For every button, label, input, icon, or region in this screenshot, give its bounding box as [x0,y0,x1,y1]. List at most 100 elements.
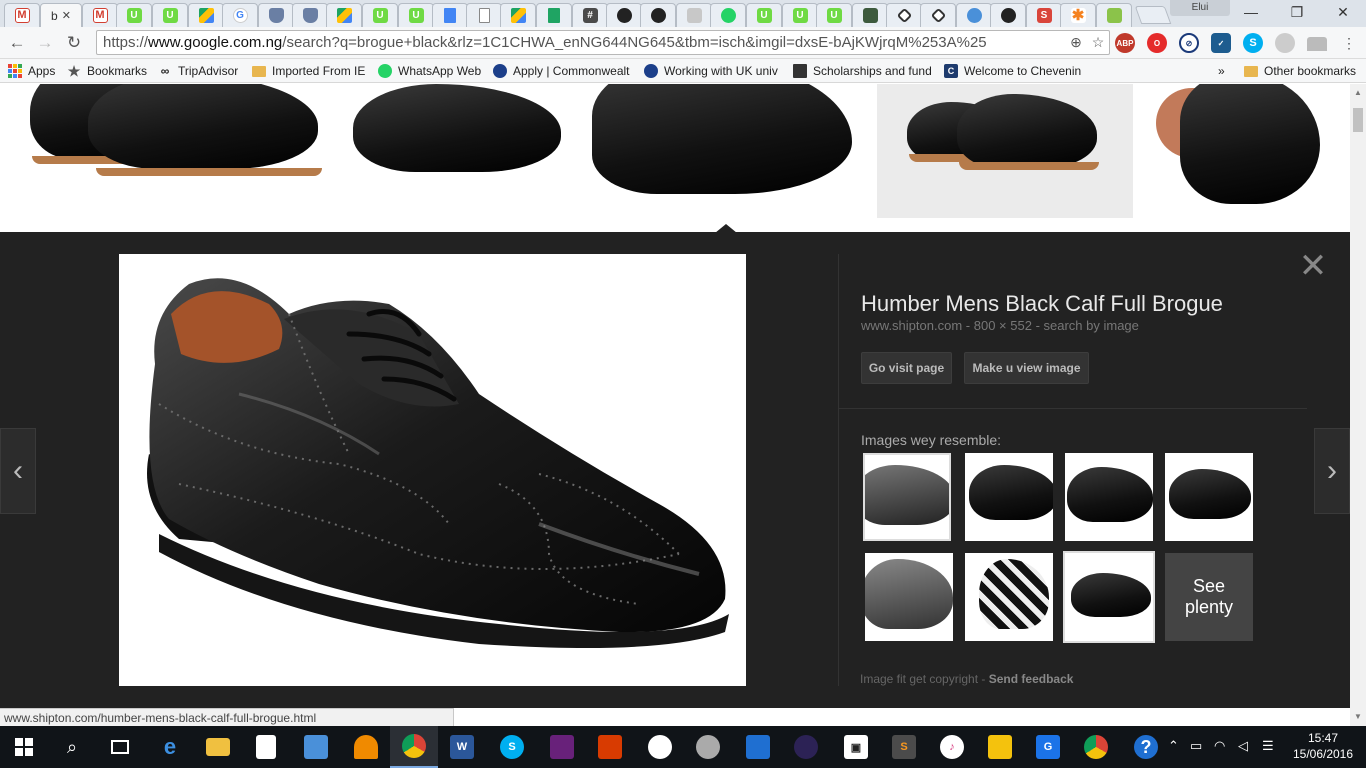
tab-whatsapp[interactable] [710,3,746,27]
bookmark-bookmarks[interactable]: ★ Bookmarks [67,62,147,80]
tab-upwork-2[interactable]: U [152,3,188,27]
tab-jquery[interactable] [676,3,712,27]
reload-icon[interactable]: ↻ [63,32,85,54]
wifi-icon[interactable]: ◠ [1214,738,1225,754]
tab-drive-1[interactable] [188,3,224,27]
tab-upwork-6[interactable]: U [782,3,818,27]
tab-github-2[interactable] [640,3,676,27]
minimize-icon[interactable]: — [1228,0,1274,24]
tab-docs[interactable] [432,3,468,27]
bookmark-tripadvisor[interactable]: ∞ TripAdvisor [158,62,239,80]
image-title[interactable]: Humber Mens Black Calf Full Brogue [861,291,1223,317]
result-thumbnail[interactable] [343,84,571,218]
related-image[interactable] [1165,453,1253,541]
skype-icon[interactable]: S [1243,33,1263,53]
send-feedback-link[interactable]: Send feedback [989,672,1074,686]
bookmark-imported-ie[interactable]: Imported From IE [252,62,365,80]
restore-icon[interactable]: ❐ [1274,0,1320,24]
taskbar-sublime[interactable]: S [880,726,928,768]
related-image[interactable] [1063,551,1155,643]
next-arrow-icon[interactable]: › [1314,428,1350,514]
related-image[interactable] [865,553,953,641]
tab-codepen-2[interactable] [920,3,956,27]
tab-shield-1[interactable] [258,3,294,27]
taskbar-vlc[interactable] [342,726,390,768]
scroll-thumb[interactable] [1353,108,1363,132]
related-image[interactable] [1065,453,1153,541]
tab-drive-2[interactable] [326,3,362,27]
bookmark-commonwealth[interactable]: Apply | Commonwealt [493,62,633,80]
view-image-button[interactable]: Make u view image [964,352,1089,384]
tab-drive-3[interactable] [500,3,536,27]
visit-page-button[interactable]: Go visit page [861,352,952,384]
system-clock[interactable]: 15:47 15/06/2016 [1290,730,1356,762]
taskbar-app-2[interactable] [636,726,684,768]
search-button[interactable]: ⌕ [48,726,96,768]
tab-google[interactable]: G [222,3,258,27]
block-icon[interactable]: ⊘ [1179,33,1199,53]
previous-arrow-icon[interactable]: ‹ [0,428,36,514]
tab-active[interactable]: b ✕ [40,3,82,27]
bookmark-other[interactable]: Other bookmarks [1244,62,1356,80]
profile-button[interactable]: Elui [1170,0,1230,16]
tab-ubuntu[interactable] [1096,3,1132,27]
tab-github-3[interactable] [990,3,1026,27]
task-view-button[interactable] [96,726,144,768]
preview-image[interactable] [119,254,746,686]
taskbar-chrome-1[interactable] [390,726,438,768]
tab-upwork-4[interactable]: U [398,3,434,27]
scroll-up-icon[interactable]: ▲ [1353,88,1363,97]
bookmark-star-icon[interactable]: ☆ [1087,34,1109,51]
scroll-down-icon[interactable]: ▼ [1353,712,1363,721]
new-tab-button[interactable] [1134,6,1172,24]
tab-upwork-5[interactable]: U [746,3,782,27]
taskbar-edge[interactable]: e [146,726,194,768]
tab-dev[interactable] [852,3,888,27]
taskbar-app-1[interactable] [292,726,340,768]
tab-blank[interactable] [466,3,502,27]
opera-icon[interactable]: O [1147,33,1167,53]
bookmark-chevening[interactable]: C Welcome to Chevenin [944,62,1084,80]
search-by-image-link[interactable]: search by image [1044,318,1139,333]
url-text[interactable]: https://www.google.com.ng/search?q=brogu… [97,34,1065,51]
bookmark-apps[interactable]: Apps [8,62,55,80]
result-thumbnail-selected[interactable] [584,84,863,218]
tab-upwork-3[interactable]: U [362,3,398,27]
taskbar-office[interactable] [586,726,634,768]
taskbar-skype[interactable]: S [488,726,536,768]
image-source[interactable]: www.shipton.com [861,318,962,333]
tab-close-icon[interactable]: ✕ [62,9,71,22]
tab-sheets[interactable] [536,3,572,27]
taskbar-app-4[interactable] [976,726,1024,768]
notifications-icon[interactable]: ☰ [1262,738,1274,754]
forward-icon[interactable]: → [34,32,56,54]
related-image[interactable] [965,553,1053,641]
tab-shield-2[interactable] [292,3,328,27]
tray-chevron-icon[interactable]: ⌃ [1168,738,1179,754]
tab-codepen-1[interactable] [886,3,922,27]
taskbar-app-3[interactable]: ▣ [832,726,880,768]
taskbar-eclipse[interactable] [782,726,830,768]
drive-ext-icon[interactable] [1307,37,1327,51]
checkmark-icon[interactable]: ✓ [1211,33,1231,53]
taskbar-snipping[interactable] [684,726,732,768]
taskbar-explorer[interactable] [194,726,242,768]
taskbar-word[interactable]: W [438,726,486,768]
result-thumbnail[interactable] [877,84,1133,218]
taskbar-chrome-2[interactable] [1072,726,1120,768]
bookmark-whatsapp[interactable]: WhatsApp Web [378,62,481,80]
tab-gmail-2[interactable]: M [82,3,118,27]
result-thumbnail[interactable] [18,84,330,218]
taskbar-itunes[interactable]: ♪ [928,726,976,768]
close-window-icon[interactable]: ✕ [1320,0,1366,24]
taskbar-store[interactable] [242,726,290,768]
tab-upwork-1[interactable]: U [116,3,152,27]
bookmarks-overflow[interactable]: » [1218,62,1225,80]
result-thumbnail[interactable] [1146,84,1332,218]
volume-icon[interactable]: ◁ [1238,738,1248,754]
menu-icon[interactable]: ⋮ [1338,32,1360,54]
taskbar-app-5[interactable]: G [1024,726,1072,768]
tab-gmail[interactable]: M [4,3,40,27]
taskbar-camera[interactable] [734,726,782,768]
start-button[interactable] [0,726,48,768]
